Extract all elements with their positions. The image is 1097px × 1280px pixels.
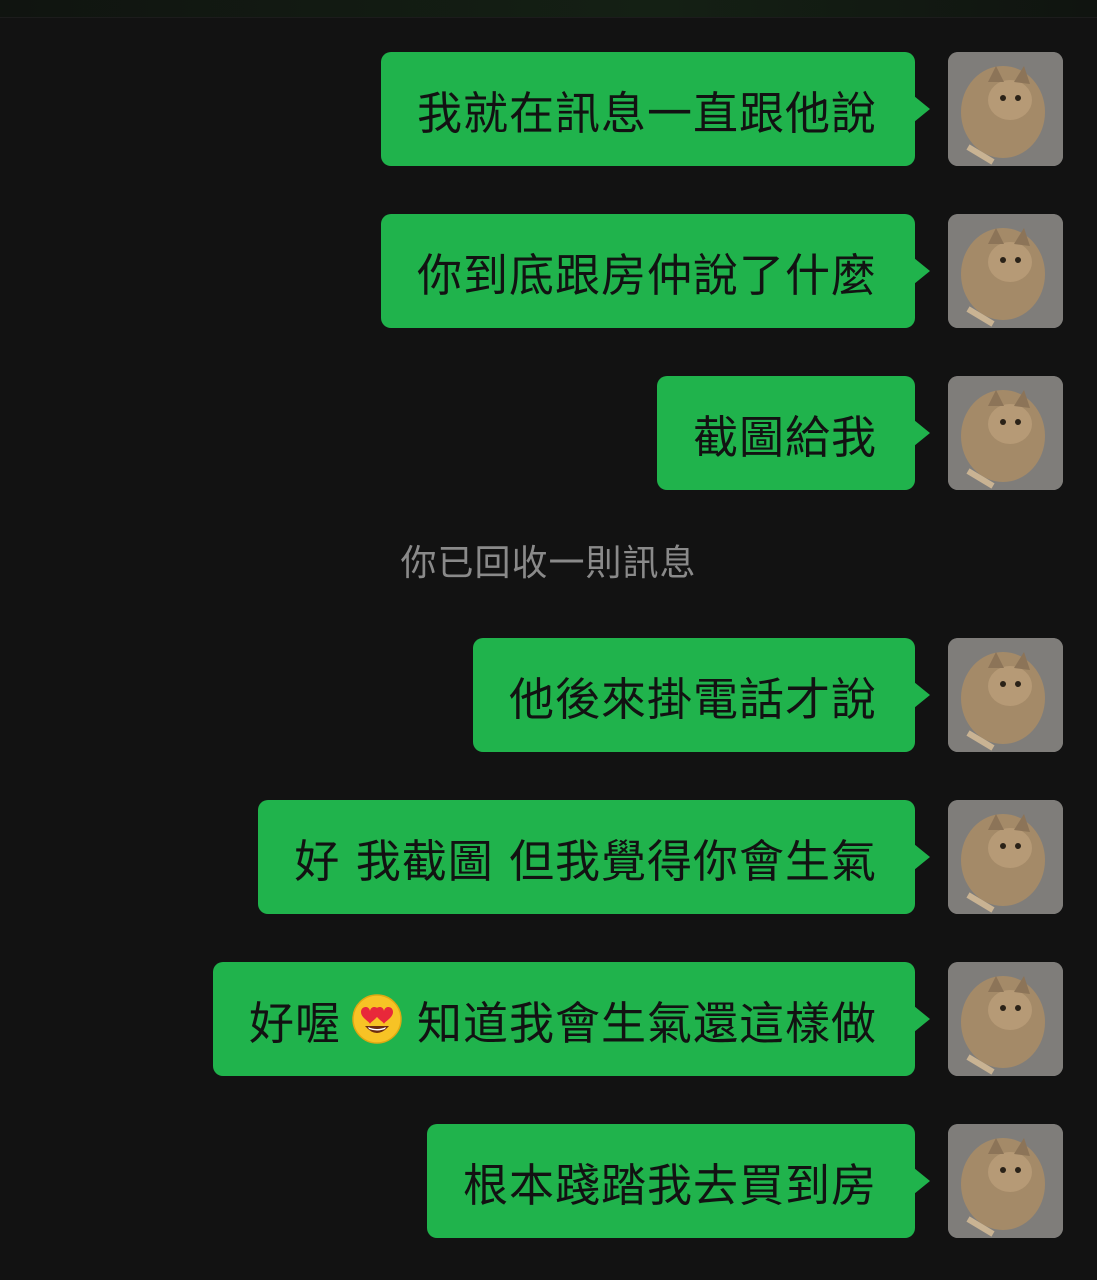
avatar[interactable]: [948, 962, 1063, 1076]
cat-avatar-icon: [948, 1124, 1063, 1238]
cat-avatar-icon: [948, 52, 1063, 166]
cat-avatar-icon: [948, 638, 1063, 752]
message-text: 好 我截圖 但我覺得你會生氣: [294, 834, 877, 888]
recalled-message-notice: 你已回收一則訊息: [400, 543, 697, 584]
top-bar-strip: [0, 0, 1097, 18]
message-row: 他後來掛電話才說: [0, 638, 1097, 754]
message-text: 他後來掛電話才說: [508, 672, 877, 726]
message-bubble[interactable]: 我就在訊息一直跟他說: [380, 52, 931, 166]
message-row: 根本踐踏我去買到房: [0, 1124, 1097, 1240]
heart-eyes-emoji-icon: [351, 993, 403, 1045]
message-row: 你到底跟房仲說了什麼: [0, 214, 1097, 330]
message-row: 好喔 知道我會生氣還這樣做: [0, 962, 1097, 1078]
message-text: 我就在訊息一直跟他說: [416, 86, 877, 140]
avatar[interactable]: [948, 376, 1063, 490]
cat-avatar-icon: [948, 962, 1063, 1076]
message-text: 好喔: [248, 996, 341, 1050]
avatar[interactable]: [948, 638, 1063, 752]
message-text: 根本踐踏我去買到房: [462, 1158, 877, 1212]
message-row: 好 我截圖 但我覺得你會生氣: [0, 800, 1097, 916]
message-row: 截圖給我: [0, 376, 1097, 492]
message-bubble[interactable]: 你到底跟房仲說了什麼: [380, 214, 931, 328]
cat-avatar-icon: [948, 214, 1063, 328]
message-bubble[interactable]: 好喔 知道我會生氣還這樣做: [212, 962, 931, 1076]
avatar[interactable]: [948, 800, 1063, 914]
message-text: 截圖給我: [692, 410, 877, 464]
chat-screen: 我就在訊息一直跟他說 你到底跟房仲說了什麼 截圖給我 你已回收一則訊息 他後來掛…: [0, 0, 1097, 1280]
message-bubble[interactable]: 根本踐踏我去買到房: [426, 1124, 931, 1238]
message-bubble[interactable]: 他後來掛電話才說: [472, 638, 931, 752]
message-bubble[interactable]: 截圖給我: [656, 376, 931, 490]
avatar[interactable]: [948, 1124, 1063, 1238]
avatar[interactable]: [948, 52, 1063, 166]
message-bubble[interactable]: 好 我截圖 但我覺得你會生氣: [258, 800, 930, 914]
message-row: 我就在訊息一直跟他說: [0, 52, 1097, 168]
message-text: 知道我會生氣還這樣做: [416, 996, 877, 1050]
cat-avatar-icon: [948, 376, 1063, 490]
message-text: 你到底跟房仲說了什麼: [416, 248, 877, 302]
avatar[interactable]: [948, 214, 1063, 328]
cat-avatar-icon: [948, 800, 1063, 914]
